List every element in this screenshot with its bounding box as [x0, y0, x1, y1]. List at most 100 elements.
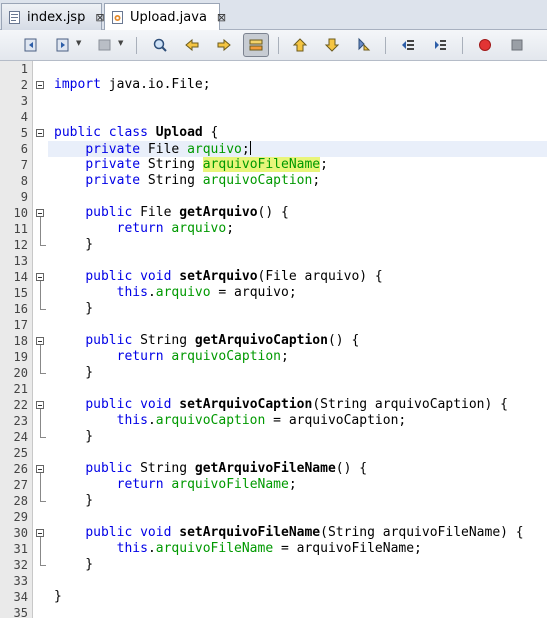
- line-number: 12: [13, 238, 28, 252]
- code-line[interactable]: private String arquivoFileName;: [54, 157, 328, 173]
- toolbar-separator: [385, 37, 386, 54]
- java-file-icon: [112, 11, 124, 24]
- code-line[interactable]: this.arquivoFileName = arquivoFileName;: [54, 541, 422, 557]
- last-edit-icon[interactable]: [95, 35, 115, 55]
- code-line[interactable]: return arquivo;: [54, 221, 234, 237]
- editor-toolbar: ▼ ▼: [0, 30, 547, 61]
- code-line[interactable]: this.arquivoCaption = arquivoCaption;: [54, 413, 407, 429]
- code-line[interactable]: }: [54, 237, 93, 253]
- find-next-icon[interactable]: [214, 35, 234, 55]
- code-line[interactable]: return arquivoCaption;: [54, 349, 289, 365]
- code-line[interactable]: }: [54, 557, 93, 573]
- code-line[interactable]: public void setArquivoCaption(String arq…: [54, 397, 508, 413]
- toolbar-separator: [462, 37, 463, 54]
- fold-guide: [40, 409, 41, 437]
- toolbar-separator: [278, 37, 279, 54]
- code-line[interactable]: public void setArquivo(File arquivo) {: [54, 269, 382, 285]
- close-tab-icon[interactable]: ⊠: [217, 11, 226, 24]
- next-bookmark-icon[interactable]: [322, 35, 342, 55]
- fold-toggle-icon[interactable]: [36, 401, 44, 409]
- jsp-file-icon: [9, 10, 21, 24]
- code-line[interactable]: }: [54, 301, 93, 317]
- code-line[interactable]: public String getArquivoCaption() {: [54, 333, 359, 349]
- fold-end: [40, 565, 46, 566]
- previous-bookmark-icon[interactable]: [290, 35, 310, 55]
- toolbar-separator: [136, 37, 137, 54]
- fold-guide: [40, 537, 41, 565]
- find-previous-icon[interactable]: [182, 35, 202, 55]
- line-number: 33: [13, 574, 28, 588]
- line-number: 19: [13, 350, 28, 364]
- line-number: 16: [13, 302, 28, 316]
- fold-guide: [40, 345, 41, 373]
- fold-end: [40, 373, 46, 374]
- history-back-icon[interactable]: [21, 35, 41, 55]
- chevron-down-icon[interactable]: ▼: [118, 39, 123, 47]
- fold-toggle-icon[interactable]: [36, 129, 44, 137]
- code-line[interactable]: }: [54, 493, 93, 509]
- line-number: 31: [13, 542, 28, 556]
- tab-label: index.jsp: [27, 9, 86, 25]
- fold-end: [40, 309, 46, 310]
- toggle-bookmark-icon[interactable]: [354, 35, 374, 55]
- code-line[interactable]: private String arquivoCaption;: [54, 173, 320, 189]
- code-editor[interactable]: 1 2 3 4 5 6 7 8 9 10 11 12 13 14 15 16 17 18 19 20 21 22 23 24 2…: [0, 61, 547, 620]
- line-number: 26: [13, 462, 28, 476]
- line-number-gutter: 1 2 3 4 5 6 7 8 9 10 11 12 13 14 15 16 17 18 19 20 21 22 23 24 2…: [0, 61, 33, 620]
- code-line[interactable]: private File arquivo;: [54, 141, 251, 157]
- code-line[interactable]: this.arquivo = arquivo;: [54, 285, 297, 301]
- code-line[interactable]: }: [54, 365, 93, 381]
- line-number: 22: [13, 398, 28, 412]
- toggle-highlight-icon[interactable]: [243, 33, 269, 57]
- line-number: 17: [13, 318, 28, 332]
- line-number: 32: [13, 558, 28, 572]
- line-number: 9: [20, 190, 28, 204]
- line-number: 21: [13, 382, 28, 396]
- line-number: 6: [20, 142, 28, 156]
- code-line[interactable]: }: [54, 589, 62, 605]
- record-macro-icon[interactable]: [475, 35, 495, 55]
- code-line[interactable]: public void setArquivoFileName(String ar…: [54, 525, 523, 541]
- fold-toggle-icon[interactable]: [36, 465, 44, 473]
- history-forward-icon[interactable]: [53, 35, 73, 55]
- fold-toggle-icon[interactable]: [36, 337, 44, 345]
- fold-toggle-icon[interactable]: [36, 273, 44, 281]
- line-number: 3: [20, 94, 28, 108]
- shift-right-icon[interactable]: [430, 35, 450, 55]
- line-number: 8: [20, 174, 28, 188]
- editor-tab-bar: index.jsp ⊠ Upload.java ⊠: [0, 0, 547, 31]
- line-number: 2: [20, 78, 28, 92]
- code-line[interactable]: public File getArquivo() {: [54, 205, 289, 221]
- line-number: 15: [13, 286, 28, 300]
- fold-guide: [40, 281, 41, 309]
- fold-toggle-icon[interactable]: [36, 81, 44, 89]
- line-number: 14: [13, 270, 28, 284]
- line-number: 25: [13, 446, 28, 460]
- line-number: 10: [13, 206, 28, 220]
- fold-end: [40, 245, 46, 246]
- line-number: 11: [13, 222, 28, 236]
- line-number: 28: [13, 494, 28, 508]
- line-number: 24: [13, 430, 28, 444]
- code-line[interactable]: import java.io.File;: [54, 77, 211, 93]
- shift-left-icon[interactable]: [398, 35, 418, 55]
- tab-upload-java[interactable]: Upload.java ⊠: [104, 3, 226, 31]
- line-number: 27: [13, 478, 28, 492]
- code-line[interactable]: return arquivoFileName;: [54, 477, 297, 493]
- fold-toggle-icon[interactable]: [36, 209, 44, 217]
- code-line[interactable]: public String getArquivoFileName() {: [54, 461, 367, 477]
- stop-macro-icon[interactable]: [507, 35, 527, 55]
- find-icon[interactable]: [150, 35, 170, 55]
- line-number: 29: [13, 510, 28, 524]
- fold-toggle-icon[interactable]: [36, 529, 44, 537]
- line-number: 5: [20, 126, 28, 140]
- fold-guide: [40, 217, 41, 245]
- code-line[interactable]: public class Upload {: [54, 125, 218, 141]
- code-line[interactable]: }: [54, 429, 93, 445]
- line-number: 13: [13, 254, 28, 268]
- chevron-down-icon[interactable]: ▼: [76, 39, 81, 47]
- line-number: 1: [20, 62, 28, 76]
- line-number: 30: [13, 526, 28, 540]
- tab-index-jsp[interactable]: index.jsp ⊠: [1, 3, 105, 30]
- line-number: 4: [20, 110, 28, 124]
